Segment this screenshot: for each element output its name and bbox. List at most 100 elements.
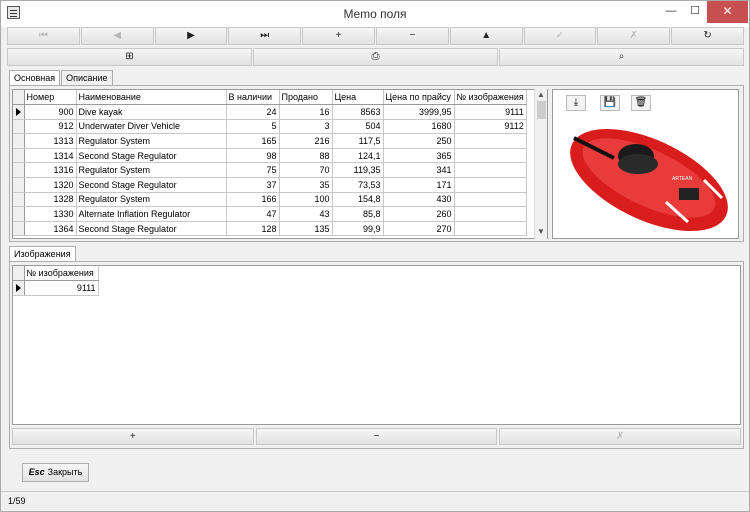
table-cell[interactable]: 341 (383, 162, 455, 179)
table-cell[interactable]: Regulator System (76, 162, 227, 179)
minimize-button[interactable]: — (659, 1, 683, 23)
table-cell[interactable]: 3999,95 (383, 104, 455, 120)
row-indicator[interactable] (13, 104, 25, 120)
row-indicator[interactable] (13, 133, 25, 149)
table-row[interactable]: 912 Underwater Diver Vehicle 5 3 504 1680 9112 (13, 119, 527, 135)
table-cell[interactable]: 171 (383, 177, 455, 193)
table-cell[interactable]: 216 (279, 133, 333, 149)
post-record-button[interactable]: ✓ (523, 27, 597, 45)
row-indicator[interactable] (13, 162, 25, 179)
table-cell[interactable]: 43 (279, 206, 333, 222)
clear-image-button[interactable]: 🗑 (631, 95, 651, 111)
table-cell[interactable]: 900 (24, 104, 77, 120)
table-cell[interactable]: 1320 (24, 177, 77, 193)
table-cell[interactable]: 70 (279, 162, 333, 179)
prev-record-button[interactable]: ◀ (80, 27, 154, 45)
scroll-down-icon[interactable]: ▼ (537, 227, 545, 236)
table-cell[interactable]: 260 (383, 206, 455, 222)
table-cell[interactable] (454, 177, 527, 193)
table-cell[interactable]: Regulator System (76, 133, 227, 149)
table-cell[interactable]: 365 (383, 148, 455, 164)
table-cell[interactable] (454, 221, 527, 237)
images-grid[interactable]: № изображения 9111 (12, 265, 741, 425)
print-button[interactable]: ⎙ (253, 48, 498, 66)
table-row[interactable]: 1364 Second Stage Regulator 128 135 99,9 270 (13, 221, 527, 237)
table-cell[interactable] (454, 162, 527, 179)
close-button[interactable]: Esc Закрыть (22, 463, 89, 482)
table-cell[interactable]: Regulator System (76, 192, 227, 208)
table-cell[interactable]: 3 (279, 119, 333, 135)
cancel-image-button[interactable]: ✗ (499, 428, 742, 445)
maximize-button[interactable]: ☐ (683, 1, 707, 23)
table-cell[interactable]: 1316 (24, 162, 77, 179)
images-grid-header[interactable]: № изображения (24, 266, 99, 282)
refresh-button[interactable]: ↻ (671, 27, 744, 45)
table-cell[interactable]: 1328 (24, 192, 77, 208)
table-cell[interactable]: 1330 (24, 206, 77, 222)
row-indicator[interactable] (13, 221, 25, 237)
table-cell[interactable]: Underwater Diver Vehicle (76, 119, 227, 135)
table-cell[interactable] (454, 133, 527, 149)
table-cell[interactable]: 5 (226, 119, 280, 135)
table-cell[interactable]: 1680 (383, 119, 455, 135)
table-cell[interactable]: 9111 (454, 104, 527, 120)
table-cell[interactable]: 73,53 (332, 177, 384, 193)
table-cell[interactable]: 124,1 (332, 148, 384, 164)
tab-0[interactable]: Изображения (9, 246, 76, 262)
column-header[interactable]: № изображения (454, 90, 527, 106)
table-cell[interactable]: 128 (226, 221, 280, 237)
layout-button[interactable]: ⊞ (7, 48, 252, 66)
row-indicator[interactable] (13, 119, 25, 135)
column-header[interactable]: Наименование (76, 90, 227, 106)
table-cell[interactable] (454, 206, 527, 222)
table-row[interactable]: 1320 Second Stage Regulator 37 35 73,53 171 (13, 177, 527, 193)
table-cell[interactable]: 430 (383, 192, 455, 208)
grid-scrollbar[interactable]: ▲ ▼ (534, 89, 547, 239)
last-record-button[interactable]: ⏭ (228, 27, 302, 45)
table-cell[interactable]: 88 (279, 148, 333, 164)
table-cell[interactable]: 9112 (454, 119, 527, 135)
table-row[interactable]: 9111 (13, 280, 99, 296)
table-cell[interactable]: 85,8 (332, 206, 384, 222)
add-image-button[interactable]: + (12, 428, 254, 445)
column-header[interactable]: В наличии (226, 90, 280, 106)
table-cell[interactable]: 9111 (24, 280, 99, 296)
table-row[interactable]: 1328 Regulator System 166 100 154,8 430 (13, 192, 527, 208)
table-cell[interactable]: 98 (226, 148, 280, 164)
table-cell[interactable]: 37 (226, 177, 280, 193)
table-row[interactable]: 1330 Alternate Inflation Regulator 47 43 85,… (13, 206, 527, 222)
table-cell[interactable]: Dive kayak (76, 104, 227, 120)
load-image-button[interactable]: ⤓ (566, 95, 586, 111)
remove-image-button[interactable]: − (255, 428, 498, 445)
close-window-button[interactable]: ✕ (707, 1, 748, 23)
edit-record-button[interactable]: ▲ (449, 27, 523, 45)
table-cell[interactable]: Alternate Inflation Regulator (76, 206, 227, 222)
cancel-edit-button[interactable]: ✗ (597, 27, 671, 45)
table-cell[interactable] (454, 192, 527, 208)
search-button[interactable]: ⌕ (499, 48, 744, 66)
table-cell[interactable]: 8563 (332, 104, 384, 120)
row-indicator[interactable] (13, 206, 25, 222)
row-indicator[interactable] (13, 148, 25, 164)
table-cell[interactable]: 16 (279, 104, 333, 120)
delete-record-button[interactable]: − (375, 27, 449, 45)
tab-0[interactable]: Основная (9, 70, 61, 86)
table-cell[interactable]: Second Stage Regulator (76, 177, 227, 193)
scroll-up-icon[interactable]: ▲ (537, 90, 545, 99)
table-row[interactable]: 1314 Second Stage Regulator 98 88 124,1 365 (13, 148, 527, 164)
table-cell[interactable]: 117,5 (332, 133, 384, 149)
save-image-button[interactable]: 💾 (600, 95, 620, 111)
table-cell[interactable]: Second Stage Regulator (76, 148, 227, 164)
column-header[interactable]: Цена (332, 90, 384, 106)
insert-record-button[interactable]: + (302, 27, 375, 45)
table-cell[interactable]: 119,35 (332, 162, 384, 179)
table-cell[interactable]: Second Stage Regulator (76, 221, 227, 237)
table-cell[interactable]: 35 (279, 177, 333, 193)
tab-1[interactable]: Описание (61, 70, 113, 85)
table-cell[interactable]: 270 (383, 221, 455, 237)
table-row[interactable]: 1316 Regulator System 75 70 119,35 341 (13, 162, 527, 179)
table-cell[interactable] (454, 148, 527, 164)
next-record-button[interactable]: ▶ (154, 27, 228, 45)
table-cell[interactable]: 47 (226, 206, 280, 222)
row-indicator[interactable] (13, 192, 25, 208)
